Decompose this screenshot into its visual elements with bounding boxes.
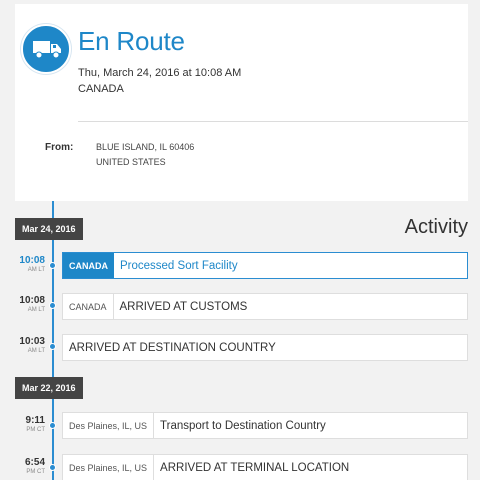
event-description: ARRIVED AT TERMINAL LOCATION bbox=[160, 461, 350, 474]
activity-event-row[interactable]: CANADA ARRIVED AT CUSTOMS bbox=[62, 293, 468, 320]
status-country: CANADA bbox=[78, 83, 124, 95]
timeline-dot bbox=[49, 302, 56, 309]
event-description: ARRIVED AT CUSTOMS bbox=[119, 300, 248, 313]
timeline-dot bbox=[49, 422, 56, 429]
truck-icon bbox=[21, 24, 71, 74]
timeline-dot bbox=[49, 262, 56, 269]
event-location: CANADA bbox=[63, 294, 114, 319]
event-time: 10:03 AM LT bbox=[19, 336, 45, 354]
event-location: Des Plaines, IL, US bbox=[63, 413, 155, 438]
status-title: En Route bbox=[78, 26, 185, 56]
event-location: Des Plaines, IL, US bbox=[63, 455, 155, 480]
timeline-dot bbox=[49, 464, 56, 471]
event-location: CANADA bbox=[63, 253, 114, 278]
activity-event-row[interactable]: CANADA Processed Sort Facility bbox=[62, 252, 468, 279]
from-label: From: bbox=[45, 142, 74, 153]
date-badge: Mar 24, 2016 bbox=[15, 218, 83, 240]
activity-heading: Activity bbox=[404, 216, 468, 238]
activity-event-row[interactable]: ARRIVED AT DESTINATION COUNTRY bbox=[62, 334, 468, 361]
origin-country: UNITED STATES bbox=[96, 157, 166, 167]
timeline-line bbox=[52, 201, 54, 480]
event-description: Processed Sort Facility bbox=[120, 259, 238, 272]
status-date: Thu, March 24, 2016 at 10:08 AM bbox=[78, 67, 242, 79]
event-description: Transport to Destination Country bbox=[160, 419, 326, 432]
shipment-status-card: En Route Thu, March 24, 2016 at 10:08 AM… bbox=[15, 4, 468, 201]
event-time: 10:08 AM LT bbox=[19, 295, 45, 313]
event-time: 6:54 PM CT bbox=[24, 457, 45, 475]
date-badge: Mar 22, 2016 bbox=[15, 377, 83, 399]
event-time: 10:08 AM LT bbox=[19, 255, 45, 273]
activity-event-row[interactable]: Des Plaines, IL, US Transport to Destina… bbox=[62, 412, 468, 439]
timeline-dot bbox=[49, 343, 56, 350]
divider bbox=[78, 121, 468, 122]
event-time: 9:11 PM CT bbox=[25, 415, 45, 433]
activity-event-row[interactable]: Des Plaines, IL, US ARRIVED AT TERMINAL … bbox=[62, 454, 468, 480]
origin-address: BLUE ISLAND, IL 60406 bbox=[96, 142, 195, 152]
event-description: ARRIVED AT DESTINATION COUNTRY bbox=[69, 341, 276, 354]
